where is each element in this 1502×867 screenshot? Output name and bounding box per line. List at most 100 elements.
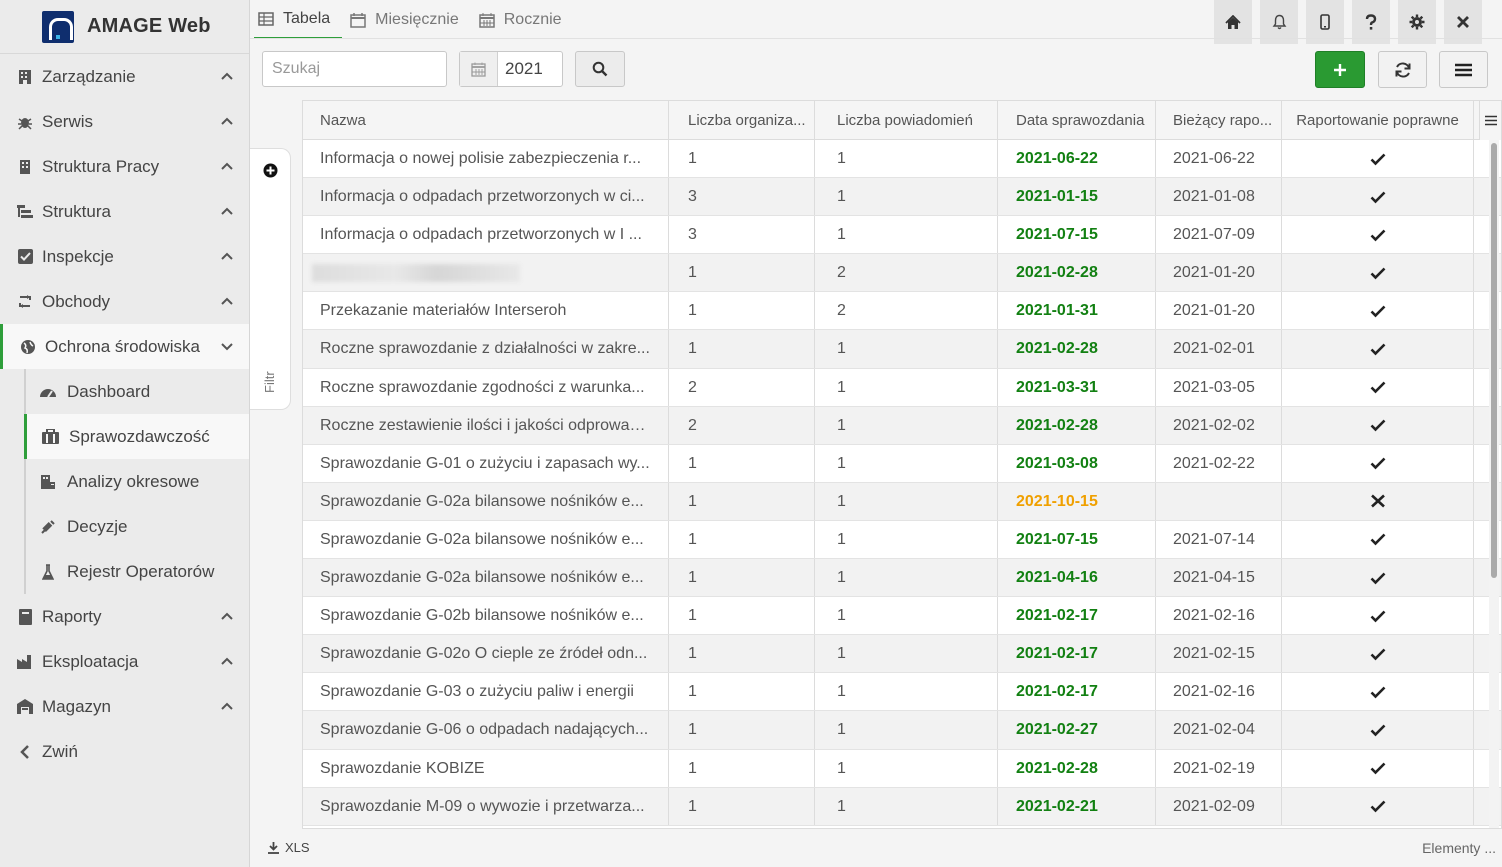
cell-notifications: 1 [815,673,998,711]
table-row[interactable]: Sprawozdanie G-02a bilansowe nośników e.… [303,559,1501,598]
cell-correct [1282,597,1474,635]
column-menu-button[interactable] [1479,101,1501,140]
cell-current-report: 2021-07-09 [1156,216,1282,254]
sidebar-item-raporty[interactable]: Raporty [0,594,249,639]
sidebar-item-struktura[interactable]: Struktura [0,189,249,234]
table-row[interactable]: Sprawozdanie G-02a bilansowe nośników e.… [303,520,1501,560]
cell-orgs: 1 [669,711,815,749]
building-icon [16,158,34,176]
sidebar-item-eksploatacja[interactable]: Eksploatacja [0,639,249,684]
table-row[interactable]: Sprawozdanie G-03 o zużyciu paliw i ener… [303,673,1501,712]
sidebar-item-magazyn[interactable]: Magazyn [0,684,249,729]
tab-miesiecznie[interactable]: Miesięcznie [346,0,471,39]
sidebar-collapse-button[interactable]: Zwiń [0,729,249,774]
filter-panel[interactable]: Filtr [250,148,291,410]
cell-correct [1282,635,1474,673]
cell-report-date: 2021-02-27 [998,711,1156,749]
cell-correct [1282,254,1474,292]
cell-correct [1282,787,1474,825]
sidebar-subitem-analizy-okresowe[interactable]: Analizy okresowe [26,459,249,504]
column-header-liczba-organizacji[interactable]: Liczba organiza... [669,101,815,139]
chevron-down-icon [221,343,233,351]
table-row[interactable]: Informacja o odpadach przetworzonych w c… [303,178,1501,217]
cell-name [303,254,669,292]
tab-tabela[interactable]: Tabela [254,0,343,39]
cell-current-report: 2021-01-08 [1156,178,1282,216]
sidebar-subitem-decyzje[interactable]: Decyzje [26,504,249,549]
sidebar-item-label: Magazyn [42,696,111,716]
calendar-icon[interactable] [460,52,498,86]
search-input[interactable] [262,51,447,87]
close-icon [1457,16,1469,28]
sidebar-item-ochrona-srodowiska[interactable]: Ochrona środowiska [0,324,249,369]
cell-report-date: 2021-02-28 [998,406,1156,444]
table-row[interactable]: Sprawozdanie KOBIZE 1 1 2021-02-28 2021-02-1… [303,749,1501,788]
column-header-nazwa[interactable]: Nazwa [303,101,669,139]
sidebar-item-inspekcje[interactable]: Inspekcje [0,234,249,279]
cell-name: Sprawozdanie G-02a bilansowe nośników e.… [303,520,669,559]
sidebar-subitem-label: Rejestr Operatorów [67,561,215,581]
filter-label[interactable]: Filtr [262,371,277,393]
cell-orgs: 1 [669,482,815,520]
brand[interactable]: AMAGE Web [0,0,249,54]
year-picker[interactable]: 2021 [459,51,563,87]
scrollbar-thumb[interactable] [1491,143,1497,578]
check-icon [1370,572,1385,584]
cell-report-date: 2021-02-17 [998,673,1156,711]
tab-label: Tabela [283,9,331,27]
table-row[interactable]: Informacja o odpadach przetworzonych w I… [303,216,1501,255]
cell-current-report: 2021-02-16 [1156,673,1282,711]
sidebar-item-zarzadzanie[interactable]: Zarządzanie [0,54,249,99]
sidebar-subitem-dashboard[interactable]: Dashboard [26,369,249,414]
cell-orgs: 1 [669,520,815,559]
table-row[interactable]: Sprawozdanie G-02o O cieple ze źródeł od… [303,635,1501,674]
cell-notifications: 1 [815,368,998,406]
table-row[interactable]: Roczne sprawozdanie z działalności w zak… [303,330,1501,369]
check-icon [1370,305,1385,318]
column-header-biezacy-raport[interactable]: Bieżący rapo... [1156,101,1282,139]
table-row[interactable]: 1 2 2021-02-28 2021-01-20 [303,254,1501,293]
sidebar-subitem-sprawozdawczosc[interactable]: Sprawozdawczość [24,414,249,459]
chevron-up-icon [221,702,233,710]
table-row[interactable]: Sprawozdanie M-09 o wywozie i przetwarza… [303,787,1501,826]
check-icon [1370,229,1385,242]
refresh-icon [1395,61,1410,78]
column-header-data-sprawozdania[interactable]: Data sprawozdania [998,101,1156,139]
menu-button[interactable] [1439,51,1488,88]
cell-correct [1282,216,1474,254]
table-row[interactable]: Roczne zestawienie ilości i jakości odpr… [303,406,1501,445]
table-row[interactable]: Sprawozdanie G-01 o zużyciu i zapasach w… [303,444,1501,483]
column-header-raportowanie-poprawne[interactable]: Raportowanie poprawne [1282,101,1474,139]
sidebar-item-serwis[interactable]: Serwis [0,99,249,144]
plus-circle-icon[interactable] [263,163,278,178]
cell-current-report [1156,482,1282,520]
refresh-button[interactable] [1378,51,1427,88]
cell-notifications: 1 [815,787,998,825]
vertical-scrollbar[interactable] [1489,140,1499,828]
table-row[interactable]: Informacja o nowej polisie zabezpieczeni… [303,140,1501,179]
table-row[interactable]: Przekazanie materiałów Interseroh 1 2 2021-… [303,292,1501,331]
table-row[interactable]: Sprawozdanie G-02b bilansowe nośników e.… [303,597,1501,636]
table-row[interactable]: Sprawozdanie G-06 o odpadach nadających.… [303,711,1501,750]
sidebar-item-obchody[interactable]: Obchody [0,279,249,324]
cell-notifications: 1 [815,482,998,520]
column-header-liczba-powiadomien[interactable]: Liczba powiadomień [815,101,998,139]
year-value[interactable]: 2021 [498,52,543,86]
cell-orgs: 3 [669,216,815,254]
tab-rocznie[interactable]: Rocznie [475,0,574,39]
cell-current-report: 2021-07-14 [1156,520,1282,559]
export-xls-button[interactable]: XLS [268,840,310,855]
cell-notifications: 1 [815,520,998,559]
cell-name: Informacja o odpadach przetworzonych w c… [303,178,669,216]
cell-report-date: 2021-07-15 [998,520,1156,559]
cell-notifications: 1 [815,406,998,444]
add-button[interactable] [1315,51,1365,88]
cell-name: Roczne sprawozdanie z działalności w zak… [303,330,669,368]
cell-notifications: 1 [815,178,998,216]
cell-name: Informacja o nowej polisie zabezpieczeni… [303,140,669,178]
sidebar-item-struktura-pracy[interactable]: Struktura Pracy [0,144,249,189]
sidebar-subitem-rejestr-operatorow[interactable]: Rejestr Operatorów [26,549,249,594]
search-button[interactable] [575,51,625,87]
table-row[interactable]: Roczne sprawozdanie zgodności z warunka.… [303,368,1501,407]
table-row[interactable]: Sprawozdanie G-02a bilansowe nośników e.… [303,482,1501,521]
